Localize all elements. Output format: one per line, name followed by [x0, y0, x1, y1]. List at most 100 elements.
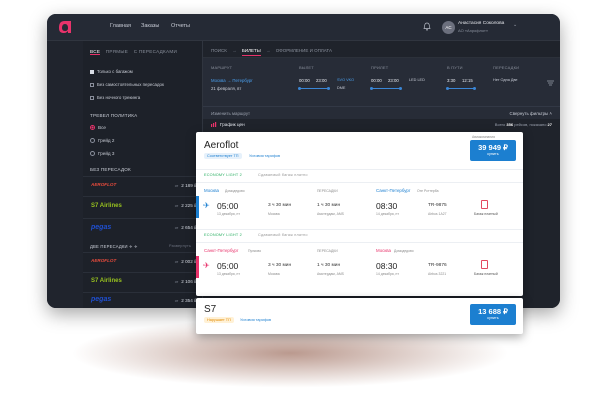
intransit-slider[interactable] — [446, 86, 476, 90]
route-date[interactable]: 21 февраля, вт — [211, 86, 241, 91]
flight-card[interactable]: Aeroflot Соответствует ТП Условия тарифо… — [196, 132, 523, 296]
user-name[interactable]: Анастасия Соколова — [458, 21, 504, 26]
airline-row[interactable]: AEROFLOT от 2 189 ₽ — [83, 176, 203, 196]
radio-grade-3[interactable]: Грейд 3 — [90, 151, 115, 157]
baggage-note: Багаж платный — [474, 212, 498, 216]
buy-button[interactable]: 39 949 ₽ купить — [470, 140, 516, 161]
change-route-link[interactable]: Изменить маршрут — [211, 111, 250, 116]
tariff-link[interactable]: Условия тарифов — [249, 154, 280, 158]
radio-dot[interactable] — [90, 151, 95, 157]
flight-number: TR-9875 — [428, 203, 447, 208]
crumb-checkout[interactable]: ОФОРМЛЕНИЕ И ОПЛАТА — [276, 48, 332, 53]
user-company: АО «Аэрофлот» — [458, 28, 489, 33]
buy-label: купить — [487, 316, 499, 320]
route-label: МАРШРУТ — [211, 65, 233, 70]
transfers-options[interactable]: Нет Одна Две — [493, 78, 518, 82]
radio-dot[interactable] — [90, 125, 95, 131]
airline-row[interactable]: S7 Airlines от 2 225 ₽ — [83, 196, 203, 218]
price-prefix: от — [174, 226, 179, 230]
airline-row[interactable]: AEROFLOT от 2 002 ₽ — [83, 252, 203, 272]
nav-reports[interactable]: Отчеты — [171, 23, 190, 29]
price-chart-link[interactable]: График цен — [220, 122, 245, 127]
divider — [196, 182, 523, 183]
nav-home[interactable]: Главная — [110, 23, 131, 29]
price-value: 13 688 ₽ — [478, 307, 508, 316]
radio-grade-2[interactable]: Грейд 2 — [90, 138, 115, 144]
checkbox-self-transfer[interactable]: Без самостоятельных пересадок — [90, 82, 164, 87]
price-prefix: от — [174, 204, 179, 208]
depart-slider[interactable] — [298, 86, 330, 90]
divider — [196, 169, 523, 170]
arrival-date: 14 декабря, пт — [376, 212, 399, 216]
price-chart-row: График цен Всего 356 рейсов, показано 27 — [203, 119, 560, 131]
transfer-tabs: ВСЕ ПРЯМЫЕ С ПЕРЕСАДКАМИ — [90, 49, 181, 55]
arrive-airports[interactable]: LED LED — [409, 78, 425, 82]
airline-row[interactable]: pegas от 2 354 ₽ — [83, 292, 203, 308]
radio-label: Грейд 2 — [98, 138, 115, 143]
flight-number: TR-9876 — [428, 263, 447, 268]
departure-time: 05:00 — [217, 261, 239, 271]
intransit-from[interactable]: 3:30 — [447, 78, 455, 83]
price-value: 2 002 ₽ — [181, 259, 197, 264]
transfer-place: Амстердам, AMS — [317, 272, 344, 276]
sort-icon[interactable] — [547, 80, 554, 86]
arrive-slider[interactable] — [370, 86, 402, 90]
segment-accent — [196, 256, 199, 278]
duration-note: Москва — [268, 212, 280, 216]
tab-all[interactable]: ВСЕ — [90, 49, 101, 55]
route-value[interactable]: Москва → Петербург — [211, 78, 253, 83]
results-count: Всего 356 рейсов, показано 27 — [495, 122, 552, 127]
depart-to[interactable]: 23:00 — [316, 78, 327, 83]
tab-transfers[interactable]: С ПЕРЕСАДКАМИ — [134, 49, 177, 54]
airline-price: от 2 654 ₽ — [175, 225, 197, 231]
buy-button[interactable]: 13 688 ₽ купить — [470, 304, 516, 325]
top-bar: Главная Заказы Отчеты АС Анастасия Сокол… — [47, 14, 560, 41]
crumb-arrow: → — [232, 48, 237, 53]
arrive-from[interactable]: 00:00 — [371, 78, 382, 83]
airline-name: S7 — [204, 304, 217, 315]
crumb-arrow: → — [266, 48, 271, 53]
crumb-tickets[interactable]: БИЛЕТЫ — [241, 48, 261, 56]
intransit-to[interactable]: 12:15 — [462, 78, 473, 83]
aeroflot-logo: AEROFLOT — [91, 258, 117, 263]
count-total: 356 — [506, 122, 514, 127]
price-prefix: от — [174, 299, 179, 303]
arrive-to[interactable]: 23:00 — [388, 78, 399, 83]
collapse-filters-link[interactable]: Свернуть фильтры ˄ — [510, 111, 552, 116]
nav-orders[interactable]: Заказы — [141, 23, 159, 29]
checkbox-box[interactable] — [90, 69, 94, 74]
expand-link[interactable]: Развернуть — [169, 244, 191, 248]
price-prefix: от — [174, 184, 179, 188]
baggage-icon — [481, 260, 488, 269]
airline-row[interactable]: pegas от 2 654 ₽ — [83, 218, 203, 238]
checkbox-box[interactable] — [90, 95, 94, 100]
radio-all[interactable]: Все — [90, 125, 106, 131]
airline-row[interactable]: S7 Airlines от 2 106 ₽ — [83, 272, 203, 292]
duration-note: Москва — [268, 272, 280, 276]
pegas-logo: pegas — [91, 224, 112, 231]
depart-airports[interactable]: SVO VKO — [337, 78, 354, 82]
radio-dot[interactable] — [90, 138, 95, 144]
price-value: 2 654 ₽ — [181, 225, 197, 230]
avatar[interactable]: АС — [442, 21, 455, 34]
departure-time: 05:00 — [217, 201, 239, 211]
bar-chart-icon — [211, 122, 217, 127]
arrival-time: 08:30 — [376, 201, 398, 211]
depart-from[interactable]: 00:00 — [299, 78, 310, 83]
breadcrumb: ПОИСК → БИЛЕТЫ → ОФОРМЛЕНИЕ И ОПЛАТА — [203, 41, 560, 58]
logo-icon[interactable] — [57, 19, 73, 35]
radio-label: Грейд 3 — [98, 151, 115, 156]
tariff-link[interactable]: Условия тарифов — [240, 318, 271, 322]
tab-direct[interactable]: ПРЯМЫЕ — [106, 49, 128, 54]
checkbox-baggage[interactable]: Только с багажом — [90, 69, 133, 74]
checkbox-night[interactable]: Без ночного трекинга — [90, 95, 140, 100]
depart-airport-2[interactable]: DME — [337, 86, 345, 90]
checkbox-box[interactable] — [90, 82, 94, 87]
crumb-search[interactable]: ПОИСК — [211, 48, 227, 53]
checkbox-label: Только с багажом — [97, 69, 133, 74]
filter-subbar: Изменить маршрут Свернуть фильтры ˄ — [203, 106, 560, 119]
bell-icon[interactable] — [423, 22, 431, 31]
chevron-down-icon[interactable]: ⌄ — [513, 22, 517, 28]
flight-card[interactable]: S7 Нарушает ТП Условия тарифов 13 688 ₽ … — [196, 298, 523, 334]
fare-note: Сдаваемый багаж платно — [258, 173, 308, 177]
